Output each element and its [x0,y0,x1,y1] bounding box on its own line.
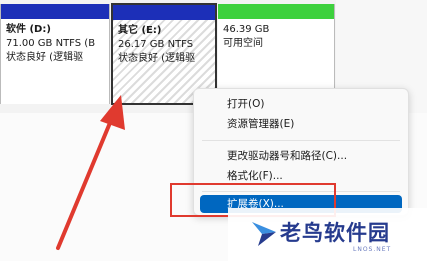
watermark: 老鸟软件园 LNOS.NET [228,208,427,261]
watermark-text: 老鸟软件园 [280,221,390,245]
bird-logo-icon [252,222,276,246]
watermark-subtext: LNOS.NET [353,246,392,253]
menu-item-explorer[interactable]: 资源管理器(E) [194,114,408,134]
menu-item-change-drive-letter[interactable]: 更改驱动器号和路径(C)... [194,146,408,166]
menu-separator [202,140,400,141]
menu-item-open[interactable]: 打开(O) [194,94,408,114]
